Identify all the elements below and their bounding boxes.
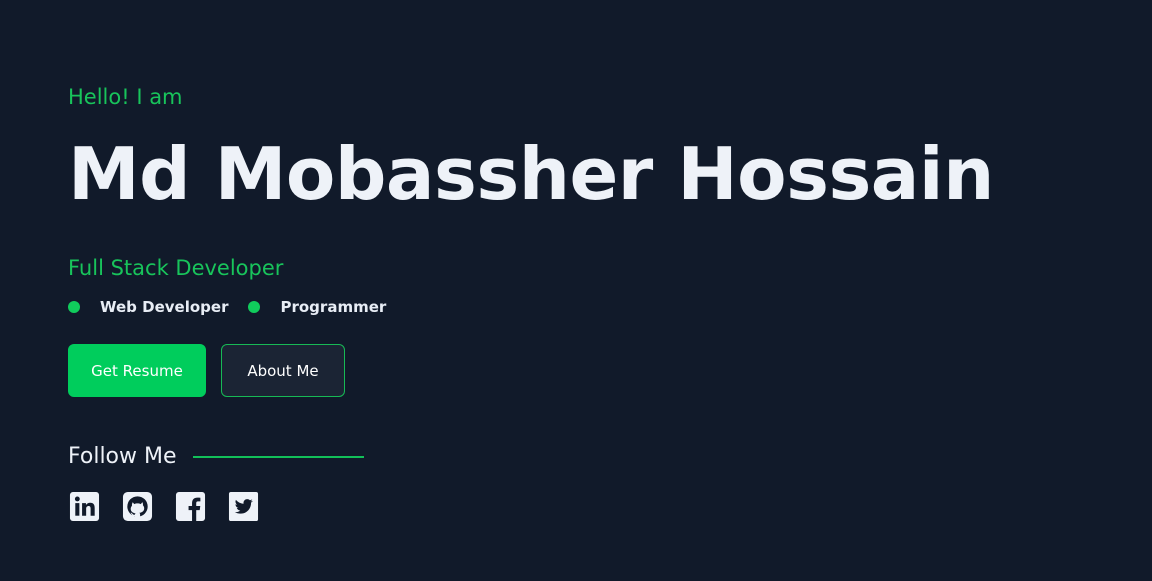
twitter-icon bbox=[228, 491, 258, 521]
hero-section: Hello! I am Md Mobassher Hossain Full St… bbox=[68, 0, 1088, 581]
skill-item: Programmer bbox=[248, 297, 386, 317]
role-title: Full Stack Developer bbox=[68, 256, 284, 280]
facebook-icon bbox=[175, 491, 205, 521]
skill-item: Web Developer bbox=[68, 297, 228, 317]
get-resume-button[interactable]: Get Resume bbox=[68, 344, 206, 397]
hero-name: Md Mobassher Hossain bbox=[68, 132, 994, 216]
bullet-dot-icon bbox=[68, 301, 80, 313]
skill-label: Programmer bbox=[280, 298, 387, 316]
linkedin-icon bbox=[69, 491, 99, 521]
social-links bbox=[68, 489, 280, 523]
follow-divider bbox=[192, 456, 364, 458]
facebook-link[interactable] bbox=[174, 490, 206, 522]
bullet-dot-icon bbox=[248, 301, 261, 313]
skill-label: Web Developer bbox=[100, 298, 229, 316]
follow-me-heading: Follow Me bbox=[68, 443, 364, 471]
about-me-button[interactable]: About Me bbox=[221, 344, 345, 397]
skills-list: Web Developer Programmer bbox=[68, 296, 406, 318]
twitter-link[interactable] bbox=[227, 490, 259, 522]
greeting-text: Hello! I am bbox=[68, 85, 183, 109]
follow-me-label: Follow Me bbox=[68, 444, 177, 469]
github-link[interactable] bbox=[121, 490, 153, 522]
github-icon bbox=[122, 491, 152, 521]
linkedin-link[interactable] bbox=[68, 490, 100, 522]
